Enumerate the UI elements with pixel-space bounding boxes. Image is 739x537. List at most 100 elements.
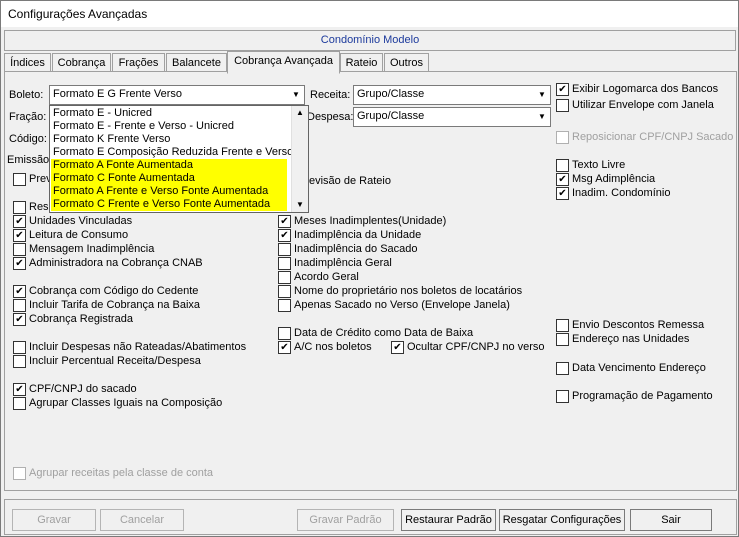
checkbox-label: Acordo Geral bbox=[294, 271, 359, 283]
checkbox-box[interactable] bbox=[556, 159, 569, 172]
resgatar-configuracoes-button[interactable]: Resgatar Configurações bbox=[499, 509, 625, 531]
dropdown-option[interactable]: Formato E Composição Reduzida Frente e V… bbox=[51, 146, 293, 159]
checkbox-box[interactable]: ✔ bbox=[13, 383, 26, 396]
checkbox-box[interactable]: ✔ bbox=[13, 215, 26, 228]
boleto-select[interactable]: Formato E G Frente Verso ▼ bbox=[49, 85, 305, 105]
checkbox-box[interactable] bbox=[13, 341, 26, 354]
checkbox-label: Administradora na Cobrança CNAB bbox=[29, 257, 203, 269]
codigo-label: Código: bbox=[9, 133, 47, 145]
chevron-down-icon[interactable]: ▼ bbox=[534, 108, 550, 126]
checkbox-box[interactable] bbox=[556, 319, 569, 332]
checkbox-label: Meses Inadimplentes(Unidade) bbox=[294, 215, 447, 227]
checkbox-box[interactable] bbox=[13, 397, 26, 410]
checkbox-label: Incluir Tarifa de Cobrança na Baixa bbox=[29, 299, 201, 311]
checkbox-box[interactable] bbox=[278, 257, 291, 270]
res-label: Res bbox=[29, 201, 49, 213]
tab-indices[interactable]: Índices bbox=[4, 53, 51, 72]
checkbox-box[interactable]: ✔ bbox=[391, 341, 404, 354]
despesa-value: Grupo/Classe bbox=[357, 110, 425, 122]
checkbox-box[interactable]: ✔ bbox=[278, 229, 291, 242]
checkbox-label: Agrupar receitas pela classe de conta bbox=[29, 467, 214, 479]
checkbox-box[interactable] bbox=[278, 299, 291, 312]
sair-button[interactable]: Sair bbox=[630, 509, 712, 531]
checkbox-box[interactable]: ✔ bbox=[13, 285, 26, 298]
checkbox-label: Inadimplência da Unidade bbox=[294, 229, 422, 241]
checkbox-label: CPF/CNPJ do sacado bbox=[29, 383, 137, 395]
checkbox-label: Envio Descontos Remessa bbox=[572, 319, 705, 331]
checkbox-box[interactable] bbox=[278, 243, 291, 256]
checkbox-label: Exibir Logomarca dos Bancos bbox=[572, 83, 719, 95]
checkbox-box[interactable] bbox=[556, 131, 569, 144]
tab-rateio[interactable]: Rateio bbox=[340, 53, 383, 72]
checkbox-box[interactable] bbox=[13, 299, 26, 312]
checkbox-box[interactable] bbox=[278, 285, 291, 298]
dropdown-option[interactable]: Formato K Frente Verso bbox=[51, 133, 170, 146]
chevron-down-icon[interactable]: ▼ bbox=[534, 86, 550, 104]
boleto-dropdown-list[interactable]: Formato E - Unicred Formato E - Frente e… bbox=[49, 105, 309, 213]
tab-outros[interactable]: Outros bbox=[384, 53, 429, 72]
dropdown-option[interactable]: Formato E - Frente e Verso - Unicred bbox=[51, 120, 234, 133]
checkbox-box[interactable] bbox=[556, 362, 569, 375]
checkbox-box[interactable] bbox=[13, 173, 26, 186]
checkbox-box[interactable]: ✔ bbox=[13, 229, 26, 242]
checkbox-box[interactable]: ✔ bbox=[278, 341, 291, 354]
checkbox-box[interactable] bbox=[13, 243, 26, 256]
tab-fracoes[interactable]: Frações bbox=[112, 53, 165, 72]
receita-label: Receita: bbox=[310, 89, 351, 101]
checkbox-box[interactable] bbox=[13, 467, 26, 480]
checkbox-label: Incluir Despesas não Rateadas/Abatimento… bbox=[29, 341, 247, 353]
checkbox-box[interactable] bbox=[278, 327, 291, 340]
revisao-rateio-label: evisão de Rateio bbox=[309, 175, 391, 187]
checkbox-box[interactable]: ✔ bbox=[13, 257, 26, 270]
checkbox-box[interactable] bbox=[278, 271, 291, 284]
condominium-banner: Condomínio Modelo bbox=[4, 30, 736, 51]
checkbox-label: Cobrança com Código do Cedente bbox=[29, 285, 199, 297]
tab-cobranca[interactable]: Cobrança bbox=[52, 53, 111, 72]
dropdown-option[interactable]: Formato E - Unicred bbox=[51, 107, 152, 120]
checkbox-box[interactable]: ✔ bbox=[556, 187, 569, 200]
gravar-padrao-button[interactable]: Gravar Padrão bbox=[297, 509, 394, 531]
checkbox-label: Cobrança Registrada bbox=[29, 313, 133, 325]
fracao-label: Fração: bbox=[9, 111, 47, 123]
tab-balancete[interactable]: Balancete bbox=[166, 53, 227, 72]
checkbox-box[interactable] bbox=[13, 201, 26, 214]
tab-cobranca-avancada[interactable]: Cobrança Avançada bbox=[227, 51, 340, 74]
checkbox-label: Agrupar Classes Iguais na Composição bbox=[29, 397, 223, 409]
checkbox-label: Nome do proprietário nos boletos de loca… bbox=[294, 285, 523, 297]
checkbox-label: Mensagem Inadimplência bbox=[29, 243, 155, 255]
checkbox-label: Leitura de Consumo bbox=[29, 229, 129, 241]
checkbox-label: Ocultar CPF/CNPJ no verso bbox=[407, 341, 545, 353]
dropdown-option[interactable]: Formato A Fonte Aumentada bbox=[51, 159, 287, 172]
checkbox-label: Incluir Percentual Receita/Despesa bbox=[29, 355, 201, 367]
checkbox-box[interactable] bbox=[556, 99, 569, 112]
checkbox-label: Unidades Vinculadas bbox=[29, 215, 133, 227]
checkbox-label: Utilizar Envelope com Janela bbox=[572, 99, 714, 111]
dropdown-option[interactable]: Formato C Frente e Verso Fonte Aumentada bbox=[51, 198, 287, 211]
checkbox-label: Apenas Sacado no Verso (Envelope Janela) bbox=[294, 299, 510, 311]
checkbox-box[interactable]: ✔ bbox=[556, 83, 569, 96]
checkbox-label: Inadim. Condomínio bbox=[572, 187, 671, 199]
receita-select[interactable]: Grupo/Classe ▼ bbox=[353, 85, 551, 105]
gravar-button[interactable]: Gravar bbox=[12, 509, 96, 531]
boleto-value: Formato E G Frente Verso bbox=[53, 88, 182, 100]
chevron-up-icon[interactable]: ▲ bbox=[292, 106, 308, 120]
checkbox-box[interactable]: ✔ bbox=[13, 313, 26, 326]
checkbox-box[interactable] bbox=[13, 355, 26, 368]
title-bar: Configurações Avançadas bbox=[1, 1, 738, 27]
emissao-label: Emissão: bbox=[7, 154, 53, 166]
despesa-select[interactable]: Grupo/Classe ▼ bbox=[353, 107, 551, 127]
settings-window: Configurações Avançadas Condomínio Model… bbox=[0, 0, 739, 537]
restaurar-padrao-button[interactable]: Restaurar Padrão bbox=[401, 509, 496, 531]
cancelar-button[interactable]: Cancelar bbox=[100, 509, 184, 531]
checkbox-box[interactable] bbox=[556, 390, 569, 403]
checkbox-box[interactable] bbox=[556, 333, 569, 346]
checkbox-box[interactable]: ✔ bbox=[556, 173, 569, 186]
chevron-down-icon[interactable]: ▼ bbox=[288, 86, 304, 104]
dropdown-scrollbar[interactable]: ▲ ▼ bbox=[291, 106, 308, 212]
condominium-name: Condomínio Modelo bbox=[320, 34, 420, 46]
checkbox-label: Texto Livre bbox=[572, 159, 626, 171]
checkbox-box[interactable]: ✔ bbox=[278, 215, 291, 228]
dropdown-option[interactable]: Formato C Fonte Aumentada bbox=[51, 172, 287, 185]
chevron-down-icon[interactable]: ▼ bbox=[292, 198, 308, 212]
dropdown-option[interactable]: Formato A Frente e Verso Fonte Aumentada bbox=[51, 185, 287, 198]
